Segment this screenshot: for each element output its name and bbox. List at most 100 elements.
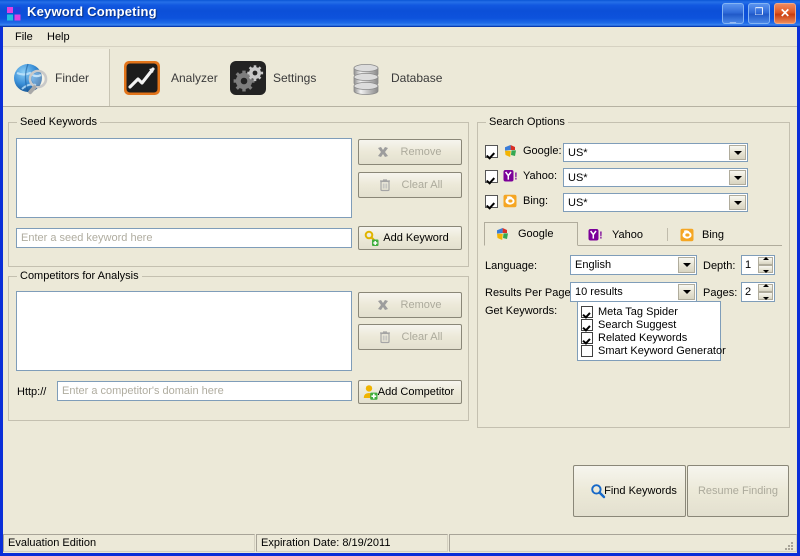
engine-region-google-value: US* bbox=[568, 146, 588, 159]
stepper-up-icon[interactable] bbox=[758, 257, 773, 265]
toolbar-item-label: Database bbox=[391, 71, 443, 85]
get-keywords-option-label: Search Suggest bbox=[598, 319, 677, 331]
engine-checkbox-yahoo[interactable] bbox=[485, 170, 498, 183]
protocol-label: Http:// bbox=[17, 386, 47, 398]
engine-checkbox-google[interactable] bbox=[485, 145, 498, 158]
toolbar-item-analyzer[interactable]: Analyzer bbox=[113, 49, 223, 106]
engine-label-bing: Bing: bbox=[523, 195, 549, 207]
menu-help[interactable]: Help bbox=[41, 30, 76, 45]
checkbox-icon[interactable] bbox=[581, 306, 593, 318]
resume-finding-button[interactable]: Resume Finding bbox=[687, 465, 789, 517]
minimize-icon: _ bbox=[729, 12, 736, 24]
engine-region-yahoo-value: US* bbox=[568, 171, 588, 184]
results-per-page-select[interactable]: 10 results bbox=[570, 282, 697, 302]
engine-checkbox-bing[interactable] bbox=[485, 195, 498, 208]
stepper-down-icon[interactable] bbox=[758, 292, 773, 300]
stepper-up-icon[interactable] bbox=[758, 284, 773, 292]
maximize-icon: ❐ bbox=[754, 7, 764, 18]
bing-b-icon bbox=[503, 194, 518, 208]
google-g-icon bbox=[503, 144, 518, 159]
status-expiration: Expiration Date: 8/19/2011 bbox=[256, 534, 448, 552]
engine-region-bing-value: US* bbox=[568, 196, 588, 209]
toolbar-item-finder[interactable]: Finder bbox=[3, 49, 110, 106]
competitor-input-placeholder: Enter a competitor's domain here bbox=[62, 385, 224, 397]
pages-value: 2 bbox=[745, 286, 752, 298]
get-keywords-option-label: Related Keywords bbox=[598, 332, 688, 344]
bing-b-icon bbox=[680, 228, 695, 242]
depth-value: 1 bbox=[745, 259, 752, 271]
competitor-clear-all-button[interactable]: Clear All bbox=[358, 324, 462, 350]
tab-yahoo-label: Yahoo bbox=[612, 228, 643, 241]
toolbar-item-label: Finder bbox=[55, 71, 90, 85]
pages-stepper[interactable]: 2 bbox=[741, 282, 775, 302]
stepper-down-icon[interactable] bbox=[758, 265, 773, 273]
find-keywords-button[interactable]: Find Keywords bbox=[573, 465, 686, 517]
engine-region-yahoo[interactable]: US* bbox=[563, 168, 748, 187]
add-keyword-label: Add Keyword bbox=[383, 232, 449, 244]
tab-bing-label: Bing bbox=[702, 228, 725, 241]
depth-stepper-buttons[interactable] bbox=[758, 257, 773, 273]
menu-file[interactable]: File bbox=[9, 30, 39, 45]
engine-tabstrip: Google ! Yahoo Bing bbox=[484, 222, 782, 246]
toolbar-item-label: Settings bbox=[273, 71, 317, 85]
yahoo-y-icon: ! bbox=[588, 228, 603, 242]
competitor-clear-all-label: Clear All bbox=[401, 331, 443, 343]
google-g-icon bbox=[495, 227, 510, 241]
resize-grip-icon[interactable] bbox=[783, 540, 795, 552]
application-window: Keyword Competing _ ❐ ✕ File Help Finder… bbox=[0, 0, 800, 556]
toolbar-item-settings[interactable]: Settings bbox=[225, 49, 333, 106]
chevron-down-icon[interactable] bbox=[729, 145, 746, 160]
add-keyword-button[interactable]: Add Keyword bbox=[358, 226, 462, 250]
svg-text:!: ! bbox=[514, 172, 517, 183]
checkbox-icon[interactable] bbox=[581, 345, 593, 357]
window-controls: _ ❐ ✕ bbox=[721, 3, 796, 24]
checkbox-icon[interactable] bbox=[581, 332, 593, 344]
gears-icon bbox=[229, 60, 267, 96]
toolbar: Finder Analyzer Settings Database bbox=[3, 48, 797, 107]
tab-google[interactable]: Google bbox=[484, 222, 578, 246]
title-bar: Keyword Competing _ ❐ ✕ bbox=[0, 0, 800, 27]
minimize-button[interactable]: _ bbox=[721, 3, 744, 24]
add-competitor-button[interactable]: Add Competitor bbox=[358, 380, 462, 404]
toolbar-item-database[interactable]: Database bbox=[335, 49, 465, 106]
maximize-button[interactable]: ❐ bbox=[747, 3, 770, 24]
seed-keywords-list[interactable] bbox=[16, 138, 352, 218]
pages-label: Pages: bbox=[703, 287, 738, 299]
pages-stepper-buttons[interactable] bbox=[758, 284, 773, 300]
close-button[interactable]: ✕ bbox=[774, 3, 796, 24]
get-keywords-list[interactable]: Meta Tag Spider Search Suggest Related K… bbox=[577, 301, 726, 361]
competitors-list[interactable] bbox=[16, 291, 352, 371]
search-options-group-title: Search Options bbox=[486, 116, 568, 128]
seed-remove-button[interactable]: Remove bbox=[358, 139, 462, 165]
tab-google-label: Google bbox=[518, 228, 554, 240]
engine-region-bing[interactable]: US* bbox=[563, 193, 748, 212]
get-keywords-option-label: Smart Keyword Generator bbox=[598, 345, 726, 357]
seed-clear-all-label: Clear All bbox=[401, 179, 443, 191]
language-select[interactable]: English bbox=[570, 255, 697, 275]
chevron-down-icon[interactable] bbox=[678, 284, 695, 300]
engine-label-yahoo: Yahoo: bbox=[523, 170, 558, 182]
close-icon: ✕ bbox=[779, 6, 791, 20]
seed-remove-label: Remove bbox=[400, 146, 442, 158]
tab-bing[interactable]: Bing bbox=[674, 224, 750, 245]
chevron-down-icon[interactable] bbox=[729, 195, 746, 210]
add-competitor-label: Add Competitor bbox=[377, 386, 455, 398]
results-per-page-value: 10 results bbox=[575, 286, 623, 298]
depth-stepper[interactable]: 1 bbox=[741, 255, 775, 275]
competitor-remove-label: Remove bbox=[400, 299, 442, 311]
engine-region-google[interactable]: US* bbox=[563, 143, 748, 162]
tab-yahoo[interactable]: ! Yahoo bbox=[580, 224, 664, 245]
language-label: Language: bbox=[485, 260, 537, 272]
seed-keyword-input[interactable]: Enter a seed keyword here bbox=[16, 228, 352, 248]
chevron-down-icon[interactable] bbox=[729, 170, 746, 185]
chevron-down-icon[interactable] bbox=[678, 257, 695, 273]
seed-keywords-group-title: Seed Keywords bbox=[17, 116, 101, 128]
resume-finding-label: Resume Finding bbox=[697, 485, 779, 497]
competitor-remove-button[interactable]: Remove bbox=[358, 292, 462, 318]
toolbar-item-label: Analyzer bbox=[171, 71, 218, 85]
status-extra bbox=[449, 534, 797, 552]
competitor-input[interactable]: Enter a competitor's domain here bbox=[57, 381, 352, 401]
seed-clear-all-button[interactable]: Clear All bbox=[358, 172, 462, 198]
checkbox-icon[interactable] bbox=[581, 319, 593, 331]
svg-text:!: ! bbox=[599, 230, 602, 241]
